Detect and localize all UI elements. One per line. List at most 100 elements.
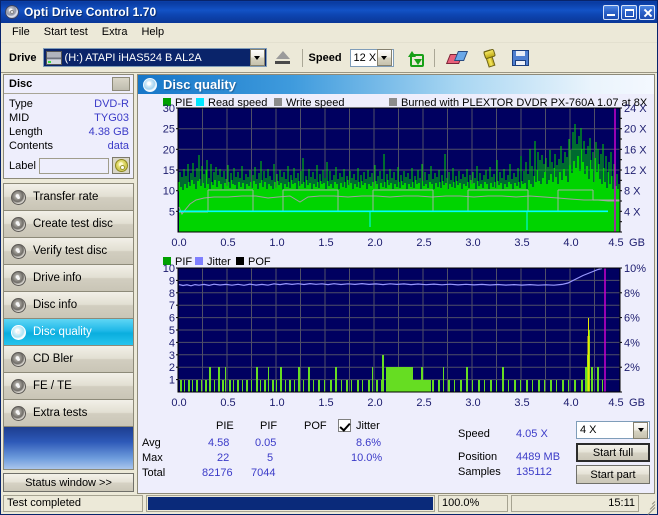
- svg-text:10%: 10%: [624, 263, 646, 275]
- wrench-icon: [481, 48, 497, 68]
- stats-panel: PIE PIF POF Jitter Avg 4.58 0.05 8.6% Ma…: [138, 417, 654, 493]
- disc-label-row: Label: [4, 155, 133, 178]
- stats-table: PIE PIF POF Jitter Avg 4.58 0.05 8.6% Ma…: [138, 419, 438, 493]
- menu-help[interactable]: Help: [134, 24, 171, 41]
- sidebar-item-disc-quality[interactable]: Disc quality: [4, 319, 133, 346]
- disc-label-input[interactable]: [38, 157, 109, 174]
- disc-row-contents: Contents data: [9, 139, 129, 153]
- refresh-icon: [406, 50, 424, 67]
- svg-text:15: 15: [163, 165, 175, 177]
- disc-icon: [11, 270, 26, 286]
- speed-select-chevron-down-icon[interactable]: [376, 49, 392, 66]
- status-window-wrap: Status window >>: [3, 470, 134, 494]
- disc-type-value: DVD-R: [94, 98, 129, 110]
- pie-chart[interactable]: PIE Read speed Write speed Burned with P…: [138, 94, 654, 254]
- progress-fill: [148, 496, 433, 510]
- svg-text:10: 10: [163, 186, 175, 198]
- disc-info-header: Disc: [4, 75, 133, 94]
- erase-button[interactable]: [443, 45, 470, 70]
- sidebar-item-extra-tests[interactable]: Extra tests: [4, 400, 133, 427]
- sidebar-item-cd-bler[interactable]: CD Bler: [4, 346, 133, 373]
- svg-text:6: 6: [169, 313, 175, 325]
- menu-start-test[interactable]: Start test: [37, 24, 95, 41]
- toolbar-divider-2: [433, 48, 435, 67]
- svg-text:Read speed: Read speed: [208, 97, 267, 109]
- floppy-save-icon: [512, 49, 530, 66]
- svg-text:3.5: 3.5: [514, 237, 529, 249]
- svg-text:4.5: 4.5: [608, 397, 623, 409]
- save-button[interactable]: [507, 45, 534, 70]
- sidebar-item-drive-info[interactable]: Drive info: [4, 265, 133, 292]
- svg-text:8: 8: [169, 288, 175, 300]
- jitter-checkbox[interactable]: [338, 419, 351, 432]
- tools-button[interactable]: [475, 45, 502, 70]
- disc-icon: [11, 189, 26, 205]
- svg-text:20: 20: [163, 144, 175, 156]
- test-speed-select[interactable]: 4 X: [576, 421, 650, 439]
- position-stat-value: 4489 MB: [516, 451, 561, 463]
- svg-text:7: 7: [169, 300, 175, 312]
- svg-text:Write speed: Write speed: [286, 97, 345, 109]
- svg-text:2.5: 2.5: [416, 397, 431, 409]
- progress-bar: [146, 494, 435, 512]
- menu-extra[interactable]: Extra: [95, 24, 135, 41]
- menu-file[interactable]: File: [5, 24, 37, 41]
- sidebar-item-transfer-rate[interactable]: Transfer rate: [4, 184, 133, 211]
- sidebar-item-disc-info[interactable]: Disc info: [4, 292, 133, 319]
- speed-select[interactable]: 12 X: [349, 48, 394, 67]
- minimize-button[interactable]: [603, 4, 619, 20]
- svg-text:12 X: 12 X: [624, 165, 647, 177]
- disc-info-button[interactable]: [112, 77, 130, 91]
- position-stat-label: Position: [458, 451, 498, 463]
- toolbar-divider-1: [301, 48, 303, 67]
- disc-icon: [11, 351, 26, 367]
- maximize-button[interactable]: [621, 4, 637, 20]
- speed-select-value: 12 X: [353, 51, 377, 64]
- svg-text:4 X: 4 X: [624, 206, 641, 218]
- drive-select[interactable]: (H:) ATAPI iHAS524 B AL2A: [42, 48, 267, 67]
- disc-row-length: Length 4.38 GB: [9, 125, 129, 139]
- test-speed-chevron-down-icon[interactable]: [633, 421, 648, 439]
- svg-text:9: 9: [169, 275, 175, 287]
- eject-button[interactable]: [269, 45, 296, 70]
- stats-col-pif: PIF: [260, 420, 278, 432]
- sidebar-item-label: Drive info: [33, 272, 82, 284]
- status-bar: Test completed 100.0% 15:11: [1, 494, 657, 515]
- status-message: Test completed: [3, 494, 143, 512]
- status-window-button[interactable]: Status window >>: [3, 473, 134, 492]
- window-controls: [603, 4, 655, 20]
- disc-icon: [11, 297, 26, 313]
- resize-grip-icon[interactable]: [643, 497, 656, 515]
- stats-row-total-label: Total: [142, 467, 166, 479]
- sidebar-item-fe-te[interactable]: FE / TE: [4, 373, 133, 400]
- svg-text:1.5: 1.5: [318, 237, 333, 249]
- svg-text:8%: 8%: [624, 288, 640, 300]
- sidebar-item-create-test-disc[interactable]: Create test disc: [4, 211, 133, 238]
- start-full-button[interactable]: Start full: [576, 443, 650, 462]
- drive-label: Drive: [9, 51, 37, 64]
- disc-quality-icon: [143, 77, 157, 92]
- samples-stat-label: Samples: [458, 466, 501, 478]
- drive-select-chevron-down-icon[interactable]: [249, 49, 265, 66]
- svg-text:2: 2: [169, 362, 175, 374]
- start-part-button[interactable]: Start part: [576, 465, 650, 484]
- stats-total-pif: 7044: [251, 467, 276, 479]
- app-window: Opti Drive Control 1.70 File Start test …: [0, 0, 658, 515]
- read-disc-label-button[interactable]: [112, 157, 130, 174]
- pif-jitter-chart[interactable]: PIF Jitter POF 10 9 8 7 6 5 4 3 2 1 10% …: [138, 254, 654, 417]
- svg-text:2%: 2%: [624, 362, 640, 374]
- disc-contents-key: Contents: [9, 140, 54, 152]
- stats-total-pie: 82176: [202, 467, 233, 479]
- close-button[interactable]: [639, 4, 655, 20]
- svg-text:4.0: 4.0: [563, 397, 578, 409]
- sidebar-item-label: Extra tests: [33, 407, 88, 419]
- svg-text:GB: GB: [629, 237, 645, 249]
- svg-text:0.5: 0.5: [220, 237, 235, 249]
- svg-text:20 X: 20 X: [624, 124, 647, 136]
- progress-percent: 100.0%: [438, 494, 508, 512]
- stats-avg-pif: 0.05: [255, 437, 277, 449]
- refresh-button[interactable]: [401, 45, 428, 70]
- sidebar-item-verify-test-disc[interactable]: Verify test disc: [4, 238, 133, 265]
- svg-text:2.0: 2.0: [367, 397, 382, 409]
- samples-stat-value: 135112: [516, 466, 552, 478]
